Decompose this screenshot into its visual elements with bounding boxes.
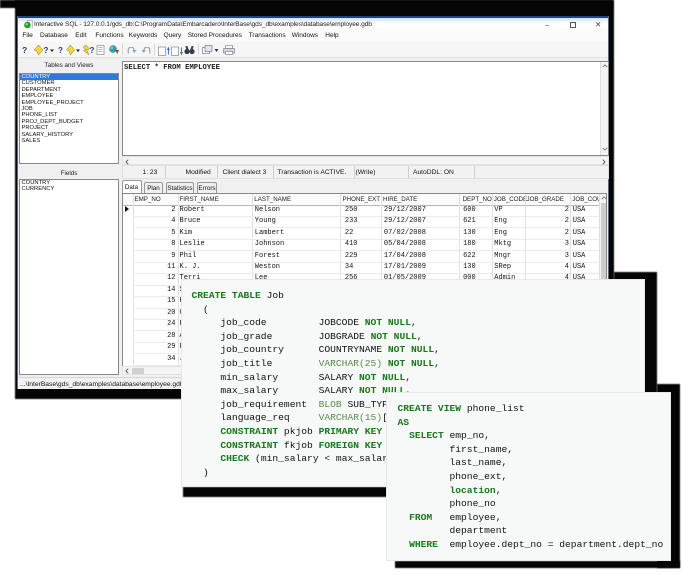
svg-text:?: ? (90, 46, 95, 55)
svg-text:?: ? (58, 46, 63, 55)
svg-text:?: ? (44, 46, 49, 55)
